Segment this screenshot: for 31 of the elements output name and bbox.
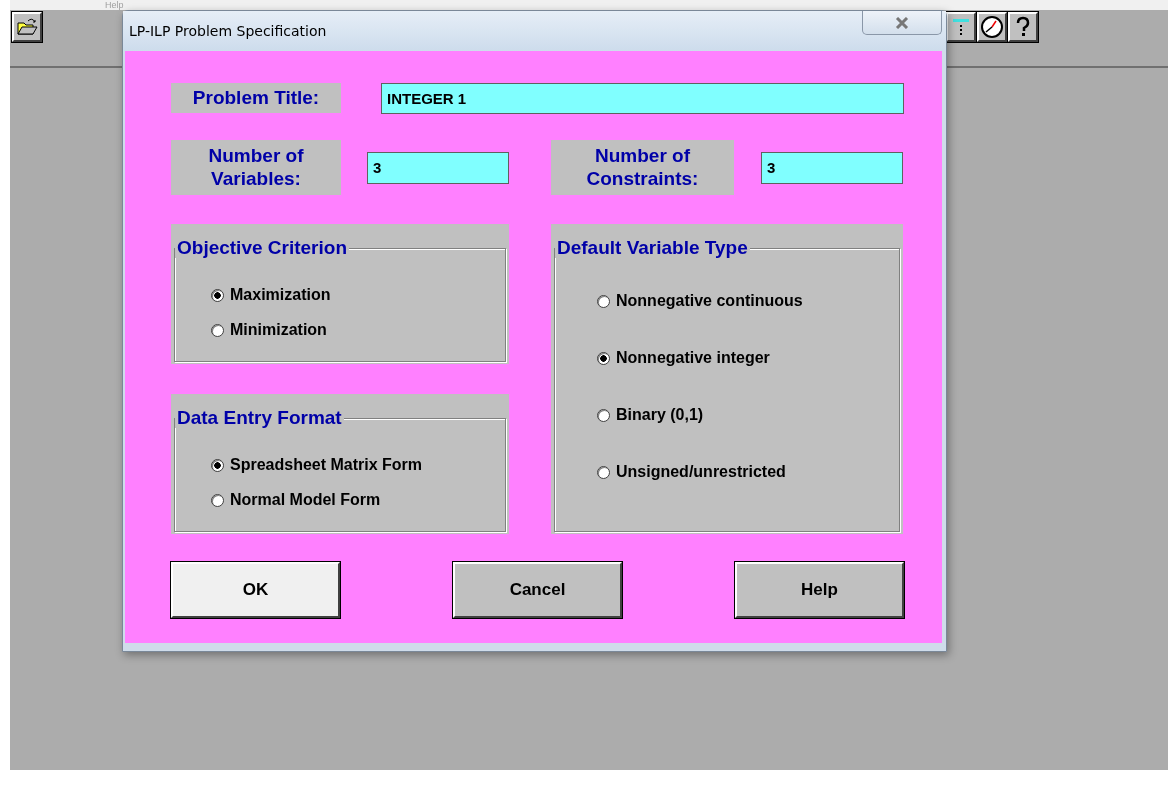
dialog-button[interactable]: OK bbox=[171, 562, 340, 618]
field-label: Problem Title: bbox=[171, 83, 341, 113]
radio-option[interactable]: Binary (0,1) bbox=[597, 406, 704, 424]
help-icon[interactable] bbox=[1008, 12, 1038, 42]
dialog-button[interactable]: Cancel bbox=[453, 562, 622, 618]
group-title: Data Entry Format bbox=[175, 408, 344, 428]
radio-option[interactable]: Unsigned/unrestricted bbox=[597, 463, 786, 481]
radio-option[interactable]: Minimization bbox=[211, 321, 327, 339]
group-title: Objective Criterion bbox=[175, 238, 349, 258]
field-label: Number of Variables: bbox=[171, 140, 341, 195]
window-title: LP-ILP Problem Specification bbox=[129, 23, 327, 39]
radio-button[interactable] bbox=[597, 294, 610, 308]
radio-button[interactable] bbox=[597, 408, 610, 422]
number-field[interactable]: 3 bbox=[761, 151, 903, 184]
group-title: Default Variable Type bbox=[555, 238, 750, 258]
open-folder-icon[interactable] bbox=[12, 12, 42, 42]
radio-button[interactable] bbox=[211, 288, 224, 302]
dialog-button[interactable]: Help bbox=[735, 562, 904, 618]
close-button[interactable] bbox=[862, 11, 942, 35]
number-field[interactable]: 3 bbox=[367, 151, 509, 184]
radio-option[interactable]: Maximization bbox=[211, 286, 331, 304]
clock-icon[interactable] bbox=[977, 12, 1007, 42]
title-field[interactable]: INTEGER 1 bbox=[381, 83, 904, 114]
radio-option[interactable]: Spreadsheet Matrix Form bbox=[211, 456, 423, 474]
close-icon bbox=[895, 16, 909, 29]
radio-button[interactable] bbox=[211, 493, 224, 507]
radio-option[interactable]: Normal Model Form bbox=[211, 491, 381, 509]
radio-option[interactable]: Nonnegative continuous bbox=[597, 292, 803, 310]
radio-option[interactable]: Nonnegative integer bbox=[597, 349, 770, 367]
field-label: Number of Constraints: bbox=[551, 140, 734, 195]
grid-icon[interactable] bbox=[946, 12, 976, 42]
